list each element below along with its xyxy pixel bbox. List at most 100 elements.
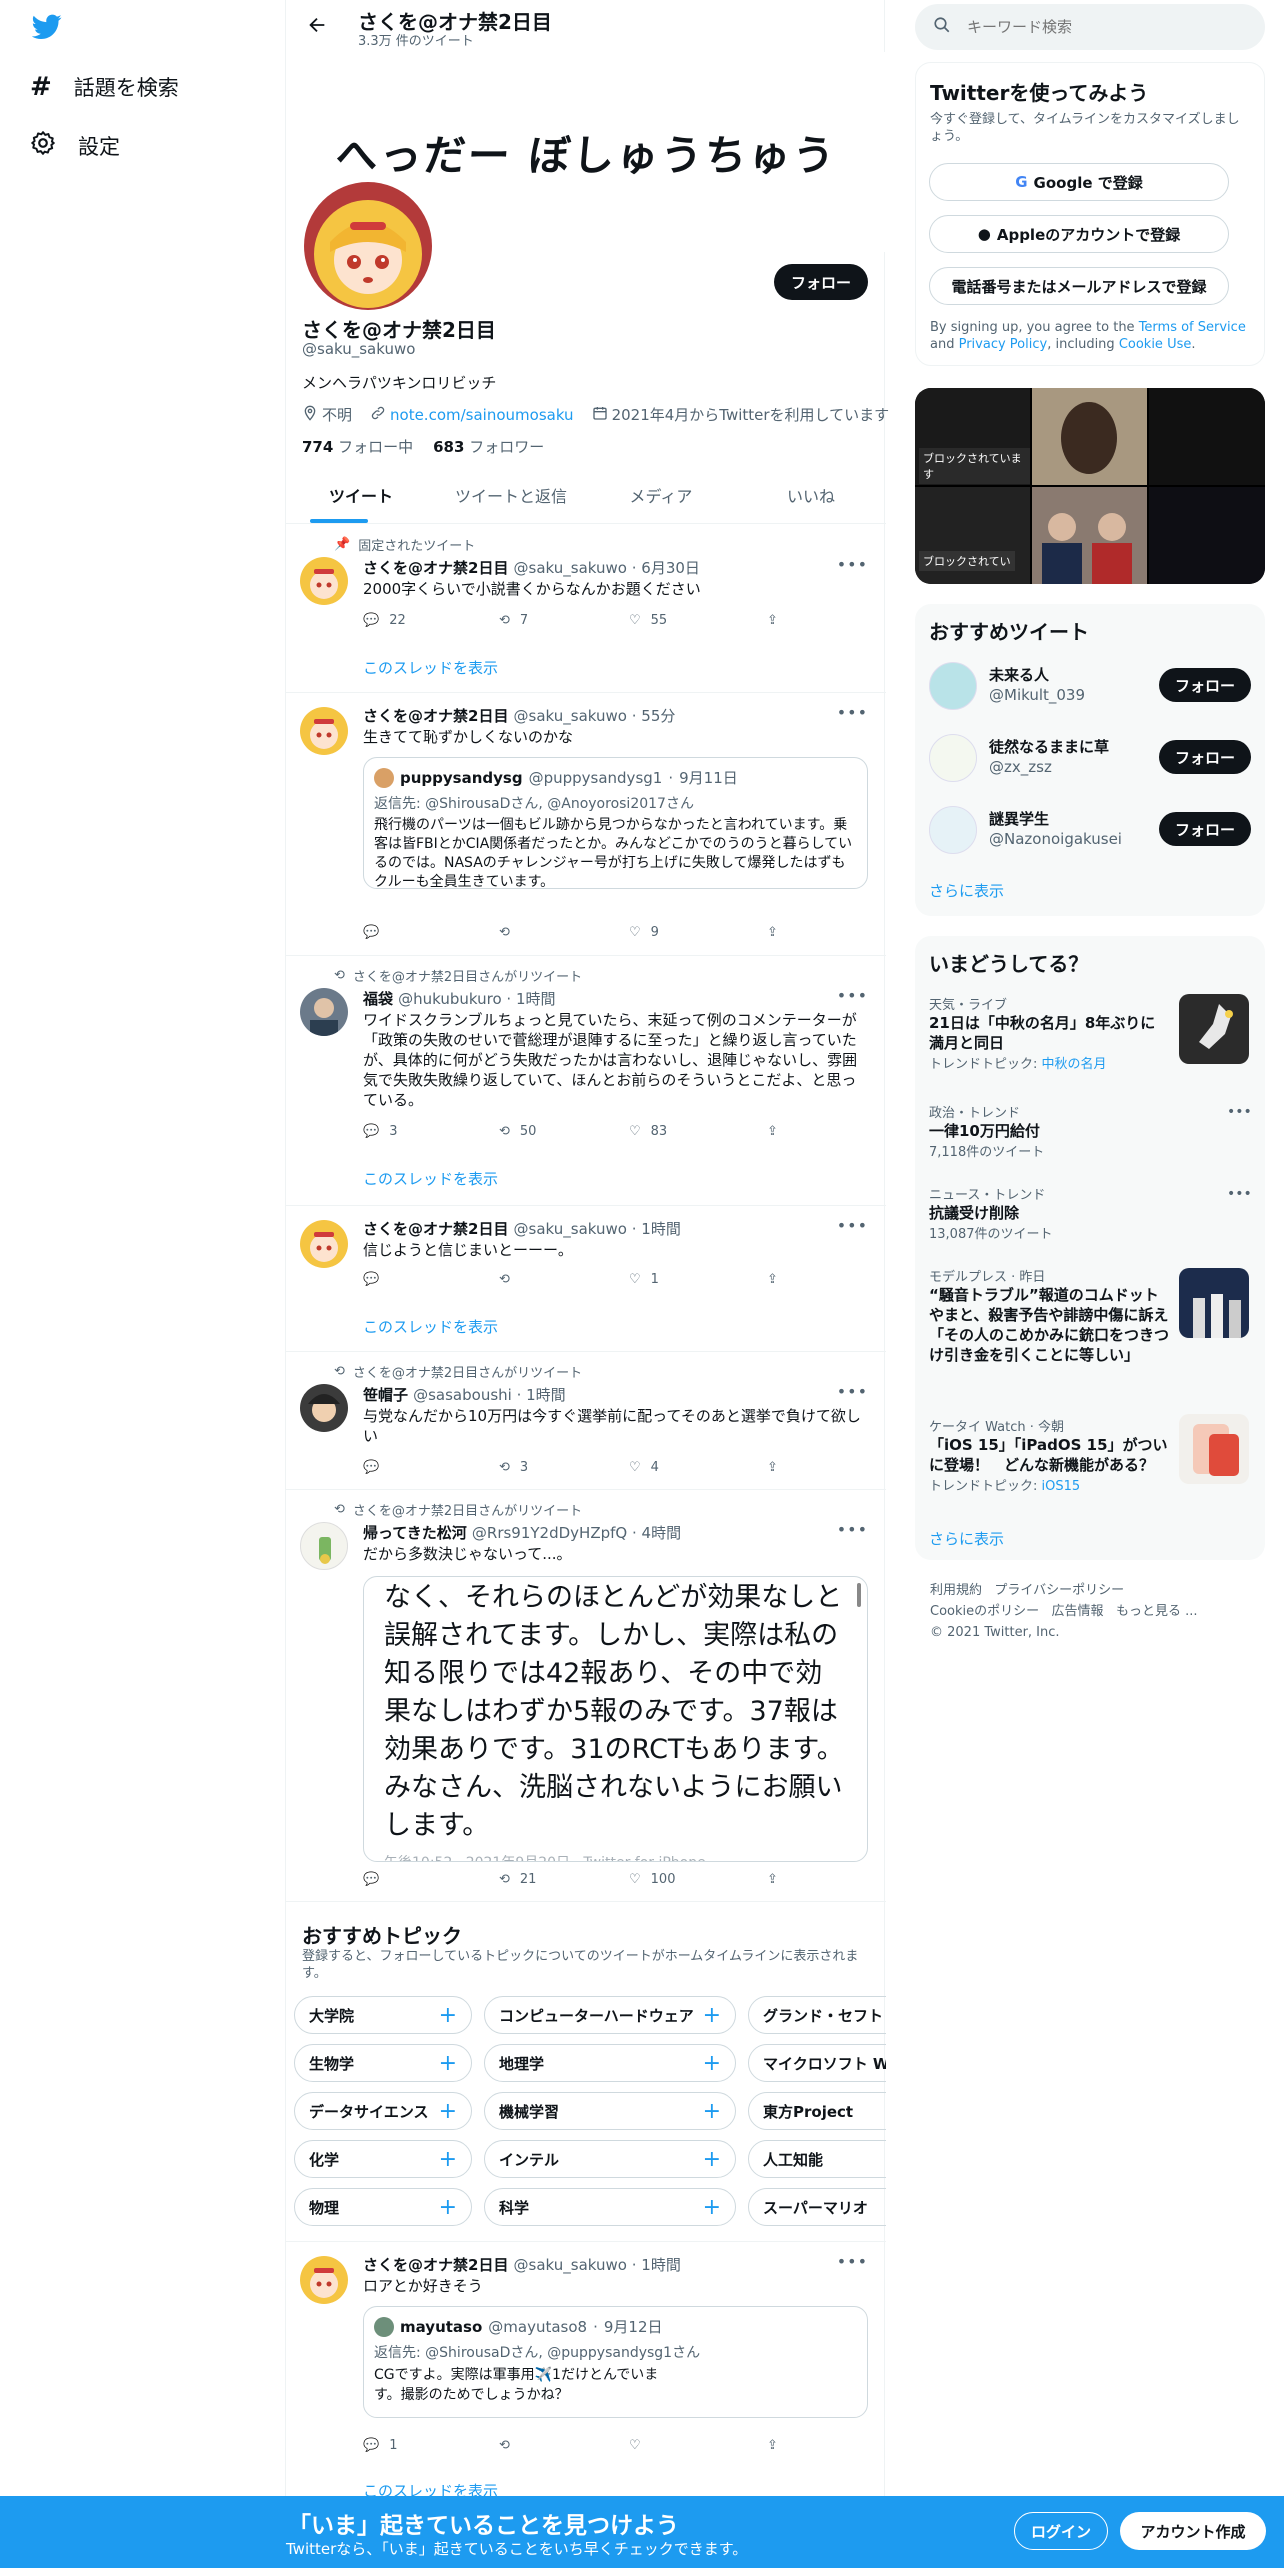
like-button[interactable]: ♡ 55 <box>629 613 667 628</box>
trend-item[interactable]: ケータイ Watch · 今朝 「iOS 15」「iPadOS 15」がついに登… <box>929 1416 1169 1494</box>
who-show-more[interactable]: さらに表示 <box>929 880 1004 901</box>
nav-explore[interactable]: # 話題を検索 <box>30 72 179 102</box>
terms-link[interactable]: Terms of Service <box>1139 320 1246 335</box>
plus-icon[interactable]: + <box>439 2099 457 2124</box>
more-options-icon[interactable]: ••• <box>1227 1104 1252 1120</box>
avatar[interactable] <box>300 707 348 755</box>
trend-sub-link[interactable]: 中秋の名月 <box>1042 1057 1107 1072</box>
topic-chip[interactable]: 人工知能 <box>748 2140 886 2178</box>
topic-chip[interactable]: マイクロソフト W <box>748 2044 886 2082</box>
tweet-item[interactable]: 📌 固定されたツイート さくを@オナ禁2日目 @saku_sakuwo · 6月… <box>286 525 886 693</box>
trends-show-more[interactable]: さらに表示 <box>929 1528 1004 1549</box>
trend-item[interactable]: 天気・ライブ 21日は「中秋の名月」8年ぶりに満月と同日 トレンドトピック: 中… <box>929 994 1169 1072</box>
footer-terms-link[interactable]: 利用規約 <box>930 1583 982 1598</box>
topic-chip[interactable]: スーパーマリオ <box>748 2188 886 2226</box>
tweet-author-name[interactable]: さくを@オナ禁2日目 <box>363 559 508 577</box>
tweet-item[interactable]: さくを@オナ禁2日目 @saku_sakuwo · 55分 ••• 生きてて恥ず… <box>286 693 886 956</box>
tweet-item[interactable]: さくを@オナ禁2日目 @saku_sakuwo · 1時間 ••• ロアとか好き… <box>286 2242 886 2500</box>
plus-icon[interactable]: + <box>439 2051 457 2076</box>
footer-cookie-link[interactable]: Cookieのポリシー <box>930 1604 1039 1619</box>
reply-button[interactable]: 💬 1 <box>363 2438 397 2453</box>
follow-button[interactable]: フォロー <box>774 264 868 300</box>
retweet-button[interactable]: ⟲ <box>499 2438 520 2453</box>
share-button[interactable]: ⇪ <box>767 613 778 628</box>
attached-image[interactable]: なく、それらのほとんどが効果なしと誤解されてます。しかし、実際は私の知る限りでは… <box>363 1576 868 1862</box>
profile-url[interactable]: note.com/sainoumosaku <box>370 405 574 425</box>
tweet-author-name[interactable]: さくを@オナ禁2日目 <box>363 1220 508 1238</box>
tweet-time[interactable]: 1時間 <box>526 1386 566 1404</box>
tweet-time[interactable]: 1時間 <box>641 2256 681 2274</box>
who-user-row[interactable]: 徒然なるままに草 @zx_zsz フォロー <box>915 728 1265 792</box>
who-follow-button[interactable]: フォロー <box>1159 740 1251 774</box>
plus-icon[interactable]: + <box>439 2003 457 2028</box>
show-thread-link[interactable]: このスレッドを表示 <box>363 657 498 678</box>
like-button[interactable]: ♡ 9 <box>629 925 659 940</box>
footer-ads-link[interactable]: 広告情報 <box>1052 1604 1104 1619</box>
trend-item[interactable]: 政治・トレンド 一律10万円給付 7,118件のツイート <box>929 1102 1229 1160</box>
tweet-time[interactable]: 4時間 <box>642 1524 682 1542</box>
tweet-time[interactable]: 1時間 <box>516 990 556 1008</box>
tab-media[interactable]: メディア <box>586 468 736 523</box>
like-button[interactable]: ♡ 1 <box>629 1272 659 1287</box>
more-options-icon[interactable]: ••• <box>837 2252 868 2271</box>
google-signup-button[interactable]: G Google で登録 <box>929 163 1229 201</box>
plus-icon[interactable]: + <box>439 2147 457 2172</box>
more-options-icon[interactable]: ••• <box>837 1216 868 1235</box>
retweet-button[interactable]: ⟲ 3 <box>499 1460 528 1475</box>
trend-item[interactable]: ニュース・トレンド 抗議受け削除 13,087件のツイート <box>929 1184 1229 1242</box>
apple-signup-button[interactable]: ● Appleのアカウントで登録 <box>929 215 1229 253</box>
footer-privacy-link[interactable]: プライバシーポリシー <box>994 1583 1124 1598</box>
plus-icon[interactable]: + <box>703 2051 721 2076</box>
topic-chip[interactable]: 東方Project <box>748 2092 886 2130</box>
media-thumb[interactable] <box>1032 487 1147 584</box>
more-options-icon[interactable]: ••• <box>837 555 868 574</box>
tweet-time[interactable]: 55分 <box>641 707 675 725</box>
back-arrow-icon[interactable] <box>306 14 328 40</box>
profile-url-text[interactable]: note.com/sainoumosaku <box>390 406 574 424</box>
retweet-button[interactable]: ⟲ <box>499 925 520 940</box>
tab-tweets[interactable]: ツイート <box>286 468 436 523</box>
tweet-item[interactable]: ⟲ さくを@オナ禁2日目さんがリツイート 帰ってきた松河 @Rrs91Y2dDy… <box>286 1490 886 1902</box>
tweet-author-name[interactable]: さくを@オナ禁2日目 <box>363 2256 508 2274</box>
topic-chip[interactable]: 物理 + <box>294 2188 472 2226</box>
reply-button[interactable]: 💬 3 <box>363 1124 397 1139</box>
followers-link[interactable]: 683 フォロワー <box>433 436 544 457</box>
trend-item[interactable]: モデルプレス · 昨日 “騒音トラブル”報道のコムドットやまと、殺害予告や誹謗中… <box>929 1266 1169 1365</box>
tweet-item[interactable]: ⟲ さくを@オナ禁2日目さんがリツイート 福袋 @hukubukuro · 1時… <box>286 956 886 1206</box>
tweet-author-name[interactable]: 帰ってきた松河 <box>363 1524 467 1542</box>
quoted-tweet[interactable]: puppysandysg @puppysandysg1 · 9月11日 返信先: … <box>363 757 868 890</box>
media-thumb[interactable] <box>1149 487 1265 584</box>
tweet-time[interactable]: 6月30日 <box>641 559 700 577</box>
avatar[interactable] <box>300 557 348 605</box>
avatar[interactable] <box>300 1384 348 1432</box>
plus-icon[interactable]: + <box>439 2195 457 2220</box>
avatar[interactable] <box>929 734 977 782</box>
topic-chip[interactable]: コンピューターハードウェア + <box>484 1996 736 2034</box>
tweet-author-name[interactable]: 笹帽子 <box>363 1386 408 1404</box>
avatar[interactable] <box>929 806 977 854</box>
reply-button[interactable]: 💬 <box>363 1272 389 1287</box>
trend-sub-link[interactable]: iOS15 <box>1042 1479 1081 1494</box>
search-input[interactable] <box>967 18 1227 36</box>
topic-chip[interactable]: 機械学習 + <box>484 2092 736 2130</box>
more-options-icon[interactable]: ••• <box>837 703 868 722</box>
avatar[interactable] <box>300 2256 348 2304</box>
media-thumb[interactable]: ブロックされています <box>915 388 1030 485</box>
topic-chip[interactable]: 地理学 + <box>484 2044 736 2082</box>
plus-icon[interactable]: + <box>703 2147 721 2172</box>
login-button[interactable]: ログイン <box>1014 2512 1108 2550</box>
like-button[interactable]: ♡ <box>629 2438 651 2453</box>
topic-chip[interactable]: 化学 + <box>294 2140 472 2178</box>
share-button[interactable]: ⇪ <box>767 1872 778 1887</box>
media-thumb[interactable]: ブロックされてい <box>915 487 1030 584</box>
like-button[interactable]: ♡ 83 <box>629 1124 667 1139</box>
more-options-icon[interactable]: ••• <box>837 986 868 1005</box>
show-thread-link[interactable]: このスレッドを表示 <box>363 1168 498 1189</box>
reply-button[interactable]: 💬 22 <box>363 613 406 628</box>
search-box[interactable] <box>915 4 1265 50</box>
following-link[interactable]: 774 フォロー中 <box>302 436 413 457</box>
who-follow-button[interactable]: フォロー <box>1159 668 1251 702</box>
profile-avatar[interactable] <box>300 178 436 314</box>
tweet-author-name[interactable]: さくを@オナ禁2日目 <box>363 707 508 725</box>
share-button[interactable]: ⇪ <box>767 1272 778 1287</box>
